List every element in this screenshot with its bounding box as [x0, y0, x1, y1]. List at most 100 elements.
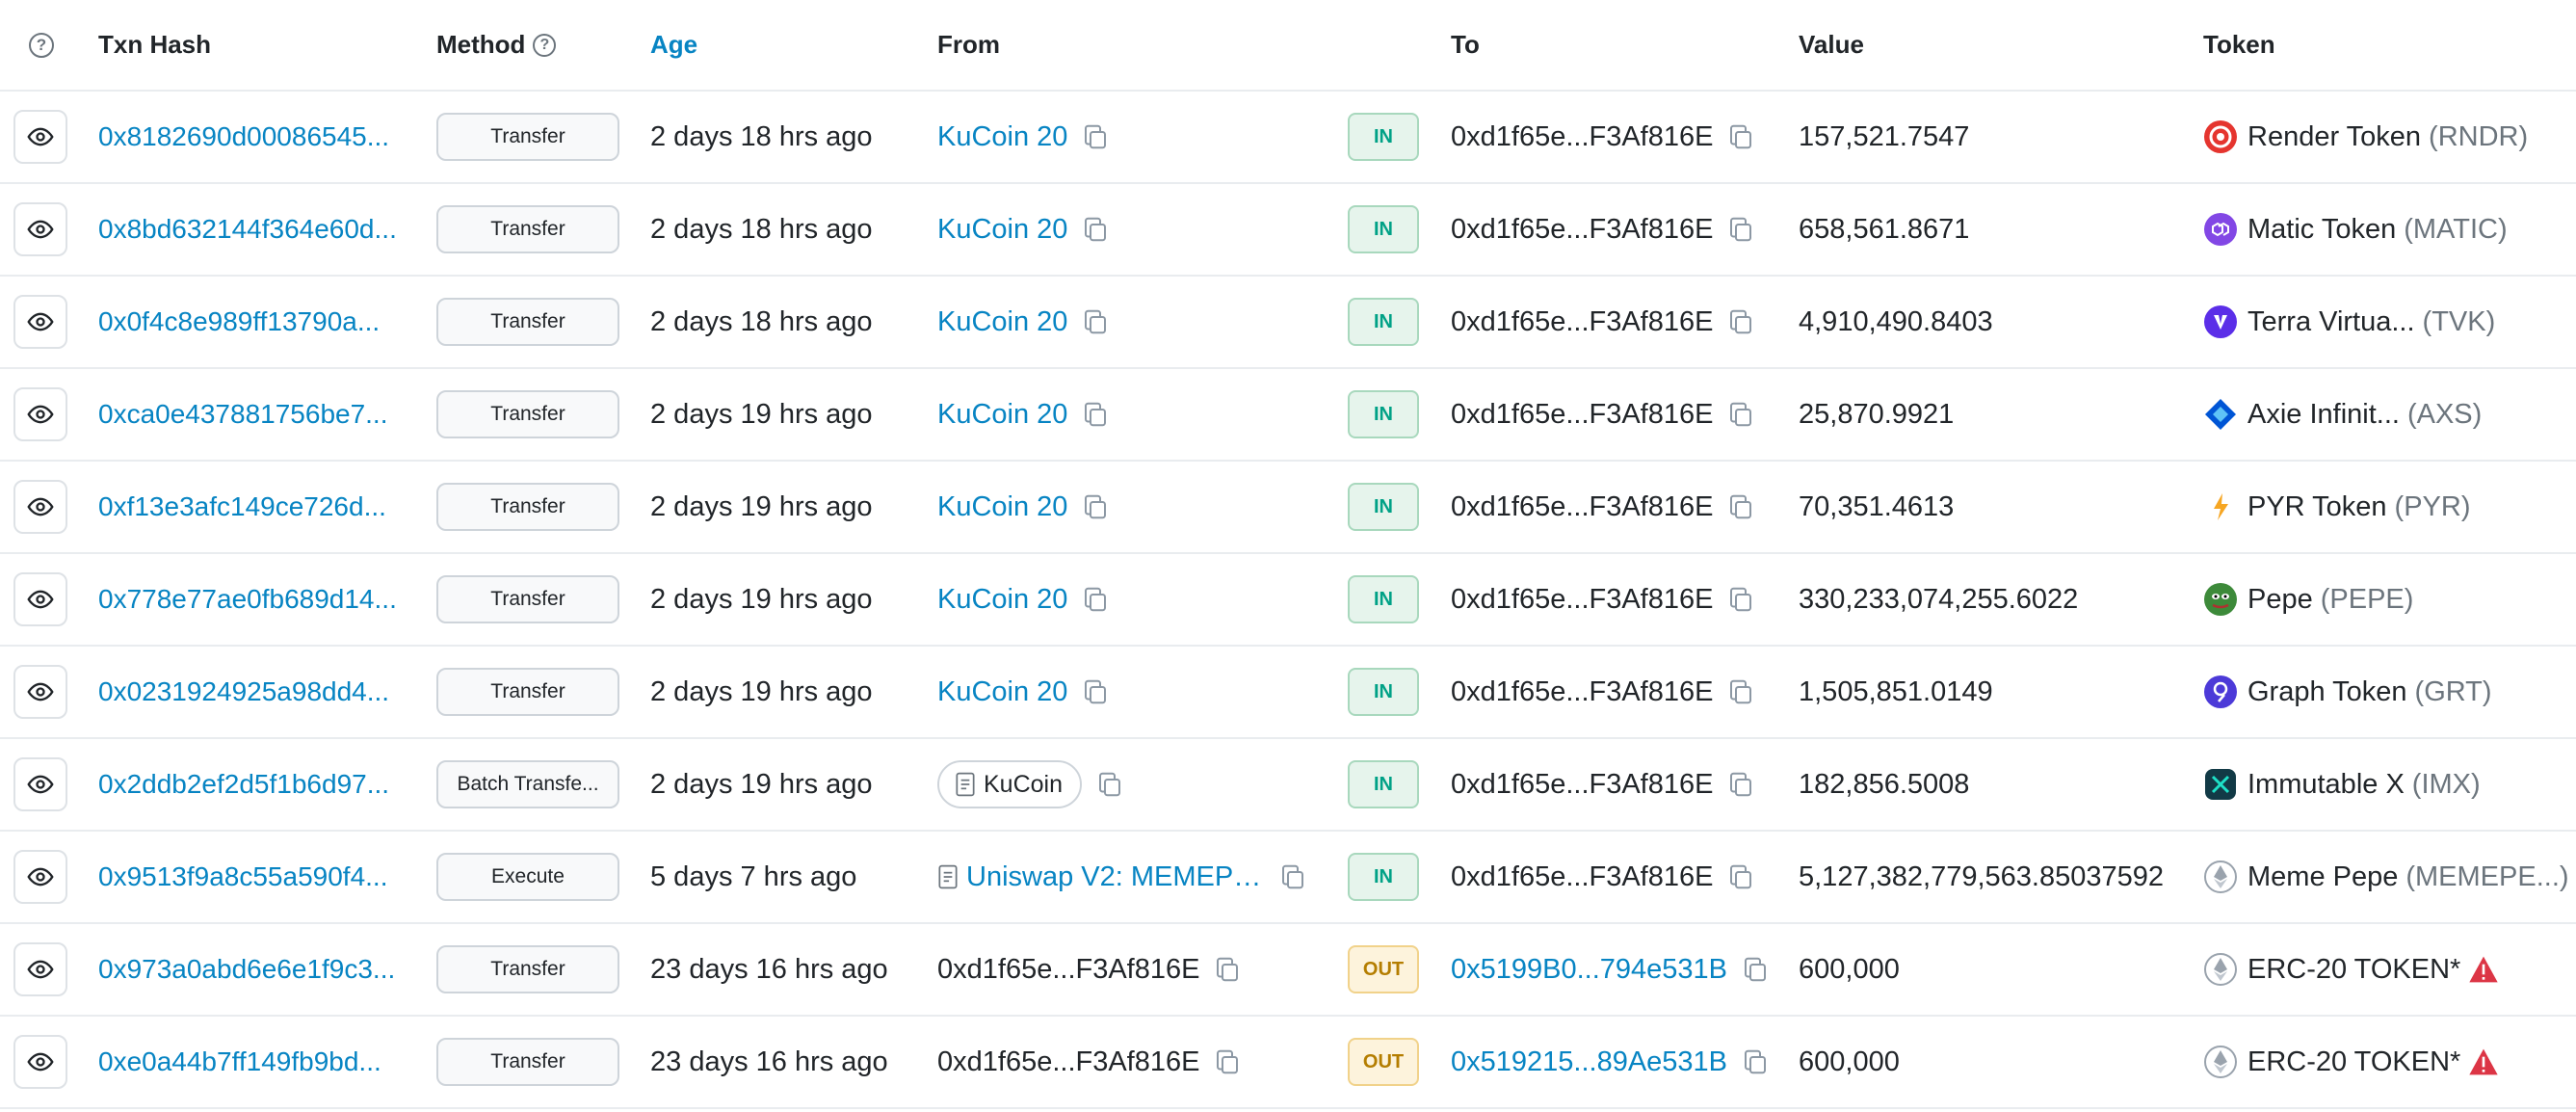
copy-icon[interactable] [1081, 215, 1110, 244]
copy-icon[interactable] [1081, 492, 1110, 521]
token-cell[interactable]: Meme Pepe (MEMEPE...) [2203, 832, 2576, 922]
to-address-link[interactable]: 0x5199B0...794e531B [1451, 954, 1727, 986]
copy-icon[interactable] [1081, 677, 1110, 706]
copy-icon[interactable] [1726, 215, 1755, 244]
preview-button[interactable] [13, 850, 67, 904]
token-cell[interactable]: ERC-20 TOKEN* [2203, 1017, 2576, 1107]
from-address-link[interactable]: KuCoin 20 [937, 121, 1067, 153]
token-cell[interactable]: PYR Token (PYR) [2203, 462, 2576, 552]
method-cell: Execute [436, 832, 621, 922]
help-icon[interactable]: ? [29, 32, 54, 58]
txn-hash-link[interactable]: 0xe0a44b7ff149fb9bd... [98, 1046, 381, 1077]
from-address-link[interactable]: KuCoin 20 [937, 676, 1067, 708]
table-row: 0xe0a44b7ff149fb9bd... Transfer 23 days 16… [0, 1017, 2576, 1109]
token-name-link[interactable]: ERC-20 TOKEN* [2247, 1046, 2460, 1078]
from-address-link[interactable]: Uniswap V2: MEMEPE... [966, 861, 1265, 893]
token-cell[interactable]: Graph Token (GRT) [2203, 647, 2576, 737]
copy-icon[interactable] [1213, 955, 1242, 984]
token-cell[interactable]: ERC-20 TOKEN* [2203, 924, 2576, 1015]
copy-icon[interactable] [1726, 122, 1755, 151]
token-cell[interactable]: Immutable X (IMX) [2203, 739, 2576, 830]
txn-hash-link[interactable]: 0xca0e437881756be7... [98, 399, 388, 430]
copy-icon[interactable] [1726, 400, 1755, 429]
preview-button[interactable] [13, 202, 67, 256]
preview-button[interactable] [13, 295, 67, 349]
copy-icon[interactable] [1726, 862, 1755, 891]
from-address-link[interactable]: KuCoin 20 [937, 214, 1067, 246]
value-amount: 25,870.9921 [1799, 398, 1955, 430]
token-name-link[interactable]: Graph Token [2247, 676, 2407, 708]
token-name-link[interactable]: Meme Pepe [2247, 861, 2398, 893]
txn-hash-link[interactable]: 0x973a0abd6e6e1f9c3... [98, 954, 395, 985]
to-address-link[interactable]: 0x519215...89Ae531B [1451, 1046, 1727, 1078]
copy-icon[interactable] [1081, 122, 1110, 151]
copy-icon[interactable] [1726, 770, 1755, 799]
preview-button[interactable] [13, 665, 67, 719]
token-cell[interactable]: Terra Virtua... (TVK) [2203, 277, 2576, 367]
preview-button[interactable] [13, 942, 67, 996]
token-cell[interactable]: Axie Infinit... (AXS) [2203, 369, 2576, 460]
copy-icon[interactable] [1081, 307, 1110, 336]
preview-button[interactable] [13, 572, 67, 626]
preview-button[interactable] [13, 480, 67, 534]
method-badge: Transfer [436, 945, 619, 993]
token-name-link[interactable]: PYR Token [2247, 491, 2387, 523]
copy-icon[interactable] [1726, 677, 1755, 706]
method-help-icon[interactable]: ? [533, 33, 557, 57]
from-address-link[interactable]: KuCoin 20 [937, 491, 1067, 523]
token-name-link[interactable]: Pepe [2247, 584, 2313, 616]
from-address-link[interactable]: KuCoin 20 [937, 584, 1067, 616]
direction-badge: IN [1348, 668, 1419, 716]
txn-hash-link[interactable]: 0x2ddb2ef2d5f1b6d97... [98, 769, 389, 800]
token-cell[interactable]: Render Token (RNDR) [2203, 92, 2576, 182]
eye-icon [27, 497, 54, 516]
token-name-link[interactable]: Axie Infinit... [2247, 399, 2400, 431]
table-row: 0xca0e437881756be7... Transfer 2 days 19 h… [0, 369, 2576, 462]
token-name-link[interactable]: ERC-20 TOKEN* [2247, 954, 2460, 986]
preview-button[interactable] [13, 387, 67, 441]
copy-icon[interactable] [1741, 1047, 1770, 1076]
copy-icon[interactable] [1726, 307, 1755, 336]
txn-hash-link[interactable]: 0x8bd632144f364e60d... [98, 214, 397, 245]
copy-icon[interactable] [1726, 585, 1755, 614]
from-address-link[interactable]: KuCoin 20 [937, 399, 1067, 431]
age-sort-link[interactable]: Age [650, 30, 697, 60]
txn-hash-cell: 0x2ddb2ef2d5f1b6d97... [98, 739, 402, 830]
txn-hash-cell: 0xe0a44b7ff149fb9bd... [98, 1017, 402, 1107]
copy-icon[interactable] [1095, 770, 1124, 799]
token-name-link[interactable]: Terra Virtua... [2247, 306, 2415, 338]
direction-cell: IN [1348, 92, 1421, 182]
token-cell[interactable]: Pepe (PEPE) [2203, 554, 2576, 645]
copy-icon[interactable] [1081, 585, 1110, 614]
txn-hash-link[interactable]: 0x8182690d00086545... [98, 121, 389, 152]
token-name-link[interactable]: Render Token [2247, 121, 2421, 153]
to-address: 0xd1f65e...F3Af816E [1451, 398, 1714, 430]
txn-hash-link[interactable]: 0x0231924925a98dd4... [98, 676, 389, 707]
token-name-link[interactable]: Matic Token [2247, 214, 2396, 246]
from-address-label: KuCoin [984, 770, 1063, 798]
from-cell: KuCoin 20 [937, 554, 1323, 645]
preview-button[interactable] [13, 110, 67, 164]
copy-icon[interactable] [1278, 862, 1307, 891]
token-name-link[interactable]: Immutable X [2247, 769, 2405, 801]
copy-icon[interactable] [1081, 400, 1110, 429]
header-age[interactable]: Age [650, 0, 930, 90]
copy-icon[interactable] [1213, 1047, 1242, 1076]
copy-icon[interactable] [1741, 955, 1770, 984]
txn-hash-link[interactable]: 0xf13e3afc149ce726d... [98, 491, 386, 522]
txn-hash-cell: 0xca0e437881756be7... [98, 369, 402, 460]
from-address-pill[interactable]: KuCoin [937, 760, 1082, 808]
txn-hash-link[interactable]: 0x778e77ae0fb689d14... [98, 584, 397, 615]
preview-button[interactable] [13, 757, 67, 811]
token-cell[interactable]: Matic Token (MATIC) [2203, 184, 2576, 275]
copy-icon[interactable] [1726, 492, 1755, 521]
token-symbol: (GRT) [2414, 675, 2492, 707]
preview-button[interactable] [13, 1035, 67, 1089]
txn-hash-link[interactable]: 0x9513f9a8c55a590f4... [98, 861, 387, 892]
to-cell: 0xd1f65e...F3Af816E [1451, 184, 1778, 275]
value-amount: 600,000 [1799, 953, 1900, 985]
preview-cell [13, 924, 67, 1015]
txn-hash-cell: 0xf13e3afc149ce726d... [98, 462, 402, 552]
txn-hash-link[interactable]: 0x0f4c8e989ff13790a... [98, 306, 380, 337]
from-address-link[interactable]: KuCoin 20 [937, 306, 1067, 338]
